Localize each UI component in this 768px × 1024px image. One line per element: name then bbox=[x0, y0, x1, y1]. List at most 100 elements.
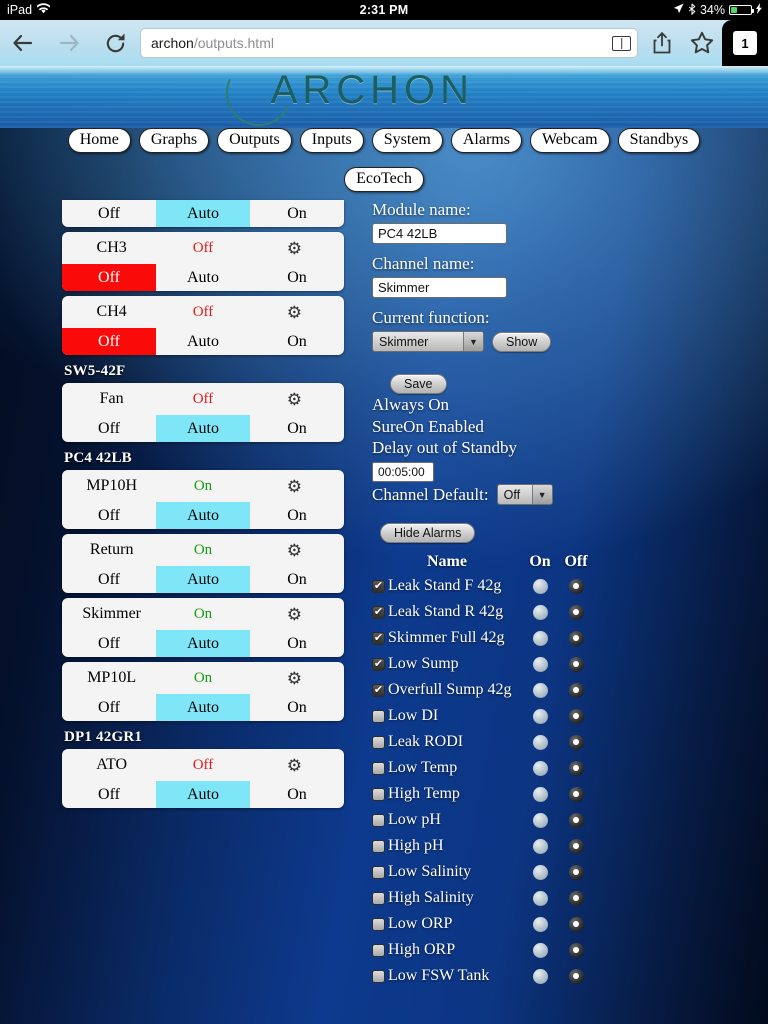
alarm-trigger-on-radio[interactable] bbox=[532, 890, 548, 906]
alarm-enable-checkbox[interactable] bbox=[372, 969, 385, 983]
channel-mode-auto-button[interactable]: Auto bbox=[156, 630, 250, 657]
alarm-trigger-on-radio[interactable] bbox=[532, 604, 548, 620]
alarm-enable-checkbox[interactable] bbox=[372, 735, 385, 749]
alarm-trigger-on-radio[interactable] bbox=[532, 656, 548, 672]
channel-mode-off-button[interactable]: Off bbox=[62, 566, 156, 593]
gear-icon[interactable]: ⚙ bbox=[249, 757, 340, 774]
alarm-trigger-on-radio[interactable] bbox=[532, 578, 548, 594]
alarm-trigger-off-radio[interactable] bbox=[568, 812, 584, 828]
show-button[interactable]: Show bbox=[492, 331, 552, 352]
reload-icon[interactable] bbox=[92, 20, 138, 66]
alarm-enable-checkbox[interactable]: ✔ bbox=[372, 631, 385, 645]
channel-mode-off-button[interactable]: Off bbox=[62, 264, 156, 291]
alarm-trigger-off-radio[interactable] bbox=[568, 968, 584, 984]
channel-mode-auto-button[interactable]: Auto bbox=[156, 781, 250, 808]
alarm-trigger-off-radio[interactable] bbox=[568, 760, 584, 776]
gear-icon[interactable]: ⚙ bbox=[249, 478, 340, 495]
channel-mode-on-button[interactable]: On bbox=[250, 200, 344, 227]
channel-mode-on-button[interactable]: On bbox=[250, 694, 344, 721]
alarm-enable-checkbox[interactable] bbox=[372, 761, 385, 775]
nav-item-home[interactable]: Home bbox=[67, 128, 131, 154]
channel-mode-auto-button[interactable]: Auto bbox=[156, 502, 250, 529]
alarm-trigger-on-radio[interactable] bbox=[532, 916, 548, 932]
nav-item-inputs[interactable]: Inputs bbox=[299, 128, 364, 154]
channel-name-input[interactable]: Skimmer bbox=[372, 277, 507, 298]
alarm-trigger-on-radio[interactable] bbox=[532, 708, 548, 724]
channel-mode-off-button[interactable]: Off bbox=[62, 200, 156, 227]
nav-item-alarms[interactable]: Alarms bbox=[450, 128, 522, 154]
back-arrow-icon[interactable] bbox=[0, 20, 46, 66]
gear-icon[interactable]: ⚙ bbox=[249, 391, 340, 408]
channel-mode-auto-button[interactable]: Auto bbox=[156, 328, 250, 355]
sureon-option[interactable]: SureOn Enabled bbox=[372, 416, 762, 438]
reader-view-icon[interactable] bbox=[612, 35, 631, 51]
alarm-trigger-on-radio[interactable] bbox=[532, 864, 548, 880]
alarm-trigger-on-radio[interactable] bbox=[532, 838, 548, 854]
alarm-enable-checkbox[interactable] bbox=[372, 917, 385, 931]
alarm-trigger-off-radio[interactable] bbox=[568, 942, 584, 958]
bookmark-star-icon[interactable] bbox=[682, 20, 722, 66]
alarm-enable-checkbox[interactable] bbox=[372, 891, 385, 905]
nav-item-ecotech[interactable]: EcoTech bbox=[344, 167, 424, 193]
alarm-trigger-on-radio[interactable] bbox=[532, 760, 548, 776]
alarm-trigger-on-radio[interactable] bbox=[532, 942, 548, 958]
alarm-enable-checkbox[interactable] bbox=[372, 709, 385, 723]
always-on-option[interactable]: Always On bbox=[372, 394, 762, 416]
channel-mode-auto-button[interactable]: Auto bbox=[156, 264, 250, 291]
nav-item-standbys[interactable]: Standbys bbox=[617, 128, 701, 154]
nav-item-outputs[interactable]: Outputs bbox=[217, 128, 292, 154]
alarm-trigger-on-radio[interactable] bbox=[532, 786, 548, 802]
channel-mode-on-button[interactable]: On bbox=[250, 502, 344, 529]
current-function-select[interactable]: Skimmer ▼ bbox=[372, 331, 484, 352]
channel-mode-off-button[interactable]: Off bbox=[62, 502, 156, 529]
gear-icon[interactable]: ⚙ bbox=[249, 240, 340, 257]
nav-item-graphs[interactable]: Graphs bbox=[138, 128, 210, 154]
channel-mode-on-button[interactable]: On bbox=[250, 415, 344, 442]
alarm-enable-checkbox[interactable] bbox=[372, 865, 385, 879]
alarm-trigger-off-radio[interactable] bbox=[568, 604, 584, 620]
alarm-trigger-on-radio[interactable] bbox=[532, 630, 548, 646]
alarm-trigger-off-radio[interactable] bbox=[568, 630, 584, 646]
channel-mode-on-button[interactable]: On bbox=[250, 328, 344, 355]
channel-mode-on-button[interactable]: On bbox=[250, 781, 344, 808]
nav-item-webcam[interactable]: Webcam bbox=[529, 128, 610, 154]
channel-mode-on-button[interactable]: On bbox=[250, 630, 344, 657]
share-icon[interactable] bbox=[642, 20, 682, 66]
alarm-enable-checkbox[interactable]: ✔ bbox=[372, 605, 385, 619]
channel-mode-auto-button[interactable]: Auto bbox=[156, 415, 250, 442]
gear-icon[interactable]: ⚙ bbox=[249, 670, 340, 687]
channel-default-select[interactable]: Off ▼ bbox=[496, 484, 553, 506]
alarm-trigger-on-radio[interactable] bbox=[532, 968, 548, 984]
alarm-trigger-off-radio[interactable] bbox=[568, 864, 584, 880]
alarm-trigger-on-radio[interactable] bbox=[532, 812, 548, 828]
chevron-down-icon[interactable]: ▼ bbox=[531, 485, 552, 505]
save-button[interactable]: Save bbox=[390, 374, 447, 394]
channel-mode-off-button[interactable]: Off bbox=[62, 415, 156, 442]
alarm-trigger-on-radio[interactable] bbox=[532, 734, 548, 750]
alarm-enable-checkbox[interactable]: ✔ bbox=[372, 683, 385, 697]
tab-count-button[interactable]: 1 bbox=[722, 20, 768, 66]
channel-mode-off-button[interactable]: Off bbox=[62, 694, 156, 721]
channel-mode-off-button[interactable]: Off bbox=[62, 328, 156, 355]
channel-mode-auto-button[interactable]: Auto bbox=[156, 694, 250, 721]
hide-alarms-button[interactable]: Hide Alarms bbox=[380, 523, 476, 544]
gear-icon[interactable]: ⚙ bbox=[249, 304, 340, 321]
alarm-enable-checkbox[interactable] bbox=[372, 787, 385, 801]
alarm-enable-checkbox[interactable] bbox=[372, 943, 385, 957]
channel-mode-off-button[interactable]: Off bbox=[62, 630, 156, 657]
channel-mode-off-button[interactable]: Off bbox=[62, 781, 156, 808]
alarm-trigger-off-radio[interactable] bbox=[568, 708, 584, 724]
alarm-enable-checkbox[interactable] bbox=[372, 813, 385, 827]
alarm-trigger-off-radio[interactable] bbox=[568, 890, 584, 906]
forward-arrow-icon[interactable] bbox=[46, 20, 92, 66]
channel-mode-auto-button[interactable]: Auto bbox=[156, 200, 250, 227]
nav-item-system[interactable]: System bbox=[371, 128, 443, 154]
channel-mode-auto-button[interactable]: Auto bbox=[156, 566, 250, 593]
channel-mode-on-button[interactable]: On bbox=[250, 264, 344, 291]
alarm-trigger-off-radio[interactable] bbox=[568, 578, 584, 594]
alarm-trigger-off-radio[interactable] bbox=[568, 838, 584, 854]
gear-icon[interactable]: ⚙ bbox=[249, 606, 340, 623]
channel-mode-on-button[interactable]: On bbox=[250, 566, 344, 593]
alarm-enable-checkbox[interactable]: ✔ bbox=[372, 657, 385, 671]
alarm-trigger-on-radio[interactable] bbox=[532, 682, 548, 698]
